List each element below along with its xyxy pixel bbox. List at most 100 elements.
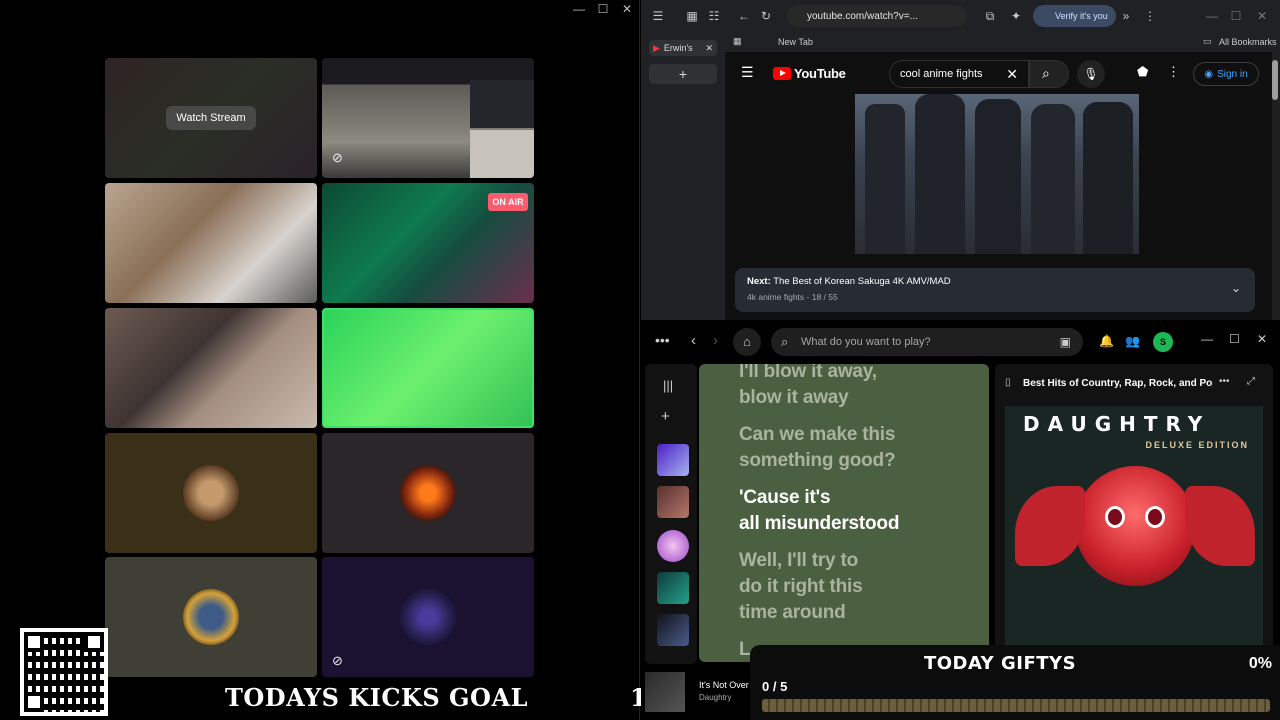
new-tab-bookmark[interactable]: New Tab	[778, 37, 813, 47]
extensions-icon[interactable]: ⧉	[979, 5, 1001, 27]
now-playing-playlist[interactable]: Best Hits of Country, Rap, Rock, and Pop	[1023, 378, 1213, 389]
more-options-icon[interactable]: •••	[655, 332, 670, 348]
participant-avatar	[183, 589, 239, 645]
more-tabs-icon[interactable]: »	[1115, 5, 1137, 27]
home-icon[interactable]: ⌂	[733, 328, 761, 356]
gemini-icon[interactable]: ✦	[1005, 5, 1027, 27]
library-icon[interactable]: |||	[663, 378, 673, 393]
notifications-icon[interactable]: 🔔	[1099, 334, 1114, 348]
participant-tile-7[interactable]	[322, 433, 534, 553]
album-band-name: DAUGHTRY	[1023, 412, 1211, 436]
close-icon[interactable]: ✕	[1251, 5, 1273, 27]
track-cover[interactable]	[645, 672, 685, 712]
participant-avatar	[400, 589, 456, 645]
browser-window: ☰ ▦ ☷ ← ↻ youtube.com/watch?v=... ⧉ ✦ Ve…	[641, 0, 1280, 320]
folder-icon: ▭	[1203, 36, 1212, 46]
reload-icon[interactable]: ↻	[755, 5, 777, 27]
participant-tile-screen-share[interactable]: ⊘	[322, 58, 534, 178]
playlist-thumb[interactable]	[657, 486, 689, 518]
all-bookmarks-link[interactable]: All Bookmarks	[1219, 37, 1277, 47]
track-artist[interactable]: Daughtry	[699, 693, 731, 702]
hamburger-menu-icon[interactable]: ☰	[741, 64, 754, 81]
participant-tile-6[interactable]	[105, 433, 317, 553]
maximize-icon[interactable]: ☐	[1225, 5, 1247, 27]
clear-search-icon[interactable]: ✕	[1006, 66, 1018, 83]
chevron-down-icon[interactable]: ⌄	[1231, 281, 1241, 295]
minimize-icon[interactable]: —	[1201, 5, 1223, 27]
lyric-line: I'll blow it away, blow it away	[739, 364, 877, 408]
minimize-icon[interactable]: —	[1201, 332, 1213, 346]
maximize-icon[interactable]: ☐	[1229, 332, 1240, 346]
search-icon: ⌕	[1042, 65, 1050, 81]
create-icon[interactable]: ⬟	[1137, 64, 1148, 80]
gift-goal-widget: TODAY GIFTYS 0% 0 / 5	[750, 645, 1280, 720]
sign-in-button[interactable]: ◉ Sign in	[1193, 62, 1259, 86]
playlist-thumb[interactable]	[657, 572, 689, 604]
close-tab-icon[interactable]: ✕	[705, 43, 713, 54]
settings-menu-icon[interactable]: ⋮	[1167, 64, 1180, 80]
reading-list-icon[interactable]: ☷	[703, 5, 725, 27]
bookmarks-bar: ▦ New Tab ▭ All Bookmarks	[641, 32, 1280, 52]
more-options-icon[interactable]: •••	[1219, 376, 1230, 387]
verify-button[interactable]: Verify it's you	[1033, 5, 1116, 27]
video-player[interactable]	[855, 94, 1139, 254]
participant-tile-8[interactable]	[105, 557, 317, 677]
maximize-icon[interactable]: ☐	[597, 2, 609, 16]
friend-activity-icon[interactable]: 👥	[1125, 334, 1140, 348]
youtube-play-icon	[773, 67, 791, 80]
desktop: — ☐ ✕ Watch Stream ⊘ ON AIR ⊘ TODAYS KIC…	[0, 0, 1280, 720]
playlist-thumb[interactable]	[657, 530, 689, 562]
close-icon[interactable]: ✕	[621, 2, 633, 16]
expand-icon[interactable]: ⤢	[1247, 376, 1255, 387]
participant-avatar	[183, 465, 239, 521]
add-icon[interactable]: +	[661, 408, 670, 425]
lyric-line: Well, I'll try to do it right this time …	[739, 550, 863, 623]
spotify-topbar: ••• ‹ › ⌂ ⌕ What do you want to play? ▣ …	[641, 322, 1280, 362]
lyric-line-active: 'Cause it's all misunderstood	[739, 487, 900, 534]
track-title[interactable]: It's Not Over	[699, 680, 749, 690]
youtube-search-input[interactable]: cool anime fights ✕	[889, 60, 1029, 88]
search-icon: ⌕	[781, 334, 789, 349]
tab-groups-icon[interactable]: ▦	[681, 5, 703, 27]
youtube-logo[interactable]: YouTube	[773, 66, 846, 81]
youtube-search-button[interactable]: ⌕	[1029, 60, 1069, 88]
browser-tab[interactable]: ▶ Erwin's ✕	[649, 40, 717, 56]
back-icon[interactable]: ‹	[691, 332, 696, 349]
browser-toolbar: ☰ ▦ ☷ ← ↻ youtube.com/watch?v=... ⧉ ✦ Ve…	[641, 0, 1280, 32]
muted-video-icon: ⊘	[332, 150, 343, 165]
next-video-title: The Best of Korean Sakuga 4K AMV/MAD	[773, 276, 951, 287]
user-avatar[interactable]: S	[1153, 332, 1173, 352]
new-tab-button[interactable]: +	[649, 64, 717, 84]
on-air-sign: ON AIR	[488, 193, 528, 211]
forward-icon[interactable]: ›	[713, 332, 718, 349]
watch-stream-button[interactable]: Watch Stream	[166, 106, 256, 130]
up-next-card[interactable]: Next: The Best of Korean Sakuga 4K AMV/M…	[735, 268, 1255, 312]
scrollbar[interactable]	[1272, 60, 1278, 100]
participant-tile-2[interactable]	[105, 183, 317, 303]
apps-icon[interactable]: ▦	[733, 36, 742, 47]
browse-icon[interactable]: ▣	[1060, 335, 1071, 349]
youtube-page: ☰ YouTube cool anime fights ✕ ⌕ 🎙 ⬟ ⋮ ◉ …	[725, 52, 1272, 320]
tab-title: Erwin's	[663, 43, 693, 53]
minimize-icon[interactable]: —	[573, 2, 585, 16]
back-icon[interactable]: ←	[733, 5, 755, 27]
tab-actions-icon[interactable]: ☰	[647, 5, 669, 27]
playlist-thumb[interactable]	[657, 614, 689, 646]
gift-goal-progress-bar	[762, 699, 1270, 712]
menu-icon[interactable]: ⋮	[1139, 5, 1161, 27]
album-subtitle: DELUXE EDITION	[1145, 440, 1249, 450]
account-icon: ◉	[1204, 68, 1214, 80]
gift-goal-title: TODAY GIFTYS	[923, 653, 1077, 674]
participant-tile-9[interactable]: ⊘	[322, 557, 534, 677]
window-controls: — ☐ ✕	[573, 2, 633, 16]
participant-tile-stream[interactable]: Watch Stream	[105, 58, 317, 178]
liked-songs-thumb[interactable]	[657, 444, 689, 476]
close-icon[interactable]: ✕	[1257, 332, 1267, 346]
participant-tile-4[interactable]	[105, 308, 317, 428]
voice-search-icon[interactable]: 🎙	[1077, 60, 1105, 88]
participant-tile-3[interactable]: ON AIR	[322, 183, 534, 303]
address-bar[interactable]: youtube.com/watch?v=...	[787, 5, 967, 27]
participant-tile-5-speaking[interactable]	[322, 308, 534, 428]
youtube-header: ☰ YouTube cool anime fights ✕ ⌕ 🎙 ⬟ ⋮ ◉ …	[725, 52, 1272, 94]
spotify-search-input[interactable]: ⌕ What do you want to play? ▣	[771, 328, 1083, 356]
